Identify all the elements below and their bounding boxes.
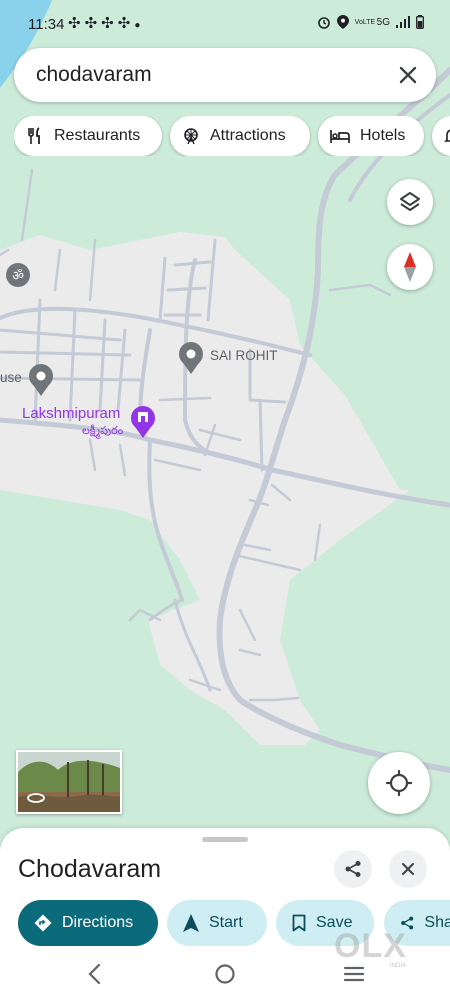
village-label-local[interactable]: లక్ష్మీపురం [82, 424, 123, 440]
my-location-button[interactable] [368, 752, 430, 814]
search-input[interactable]: chodavaram [36, 63, 152, 87]
status-time: 11:34 [28, 16, 65, 33]
volte-label: VoLTE [354, 18, 376, 26]
share-label: Sha [424, 914, 450, 931]
chip-label: Attractions [210, 127, 286, 144]
status-bar: 11:34 ✣✣✣✣● VoLTE 5G [0, 0, 450, 48]
360-icon [27, 793, 45, 803]
close-icon [402, 863, 414, 875]
street-view-thumbnail[interactable] [16, 750, 122, 814]
category-chips: Restaurants Attractions Hotels [14, 116, 450, 156]
alarm-icon [317, 17, 330, 29]
share-button[interactable] [334, 850, 372, 888]
pinwheel-icon: ✣ [101, 15, 118, 32]
location-icon [336, 15, 349, 29]
place-label-sai-rohit[interactable]: SAI ROHIT [210, 348, 278, 363]
chip-hotels[interactable]: Hotels [318, 116, 424, 156]
dot-icon: ● [134, 20, 145, 31]
pinwheel-icon: ✣ [68, 15, 85, 32]
layers-button[interactable] [387, 179, 433, 225]
battery-icon [416, 15, 424, 29]
network-label: 5G [376, 16, 390, 28]
pinwheel-icon: ✣ [84, 15, 102, 32]
system-nav-bar [0, 950, 450, 1000]
compass-button[interactable] [387, 244, 433, 290]
chip-label: Restaurants [54, 127, 141, 144]
notification-icons: ✣✣✣✣● [68, 14, 144, 32]
fork-knife-icon [28, 127, 40, 144]
ferris-wheel-icon [184, 128, 198, 145]
share-icon [345, 861, 361, 877]
back-icon[interactable] [86, 962, 104, 986]
start-label: Start [209, 914, 243, 931]
bed-icon [330, 130, 350, 143]
navigation-arrow-icon [183, 914, 199, 932]
compass-icon [404, 252, 416, 282]
bookmark-icon [292, 914, 306, 932]
sheet-drag-handle[interactable] [202, 837, 248, 842]
chip-label: Hotels [360, 127, 406, 144]
start-button[interactable]: Start [167, 900, 267, 946]
crosshair-icon [385, 769, 413, 797]
close-sheet-button[interactable] [389, 850, 427, 888]
status-right-icons: VoLTE 5G [317, 15, 424, 29]
chip-restaurants[interactable]: Restaurants [14, 116, 162, 156]
menu-icon[interactable] [342, 962, 366, 986]
village-label[interactable]: Lakshmipuram [22, 405, 120, 422]
directions-label: Directions [62, 914, 134, 931]
chip-more[interactable] [432, 116, 450, 156]
svg-text:ॐ: ॐ [12, 269, 24, 284]
home-icon[interactable] [214, 962, 236, 986]
signal-icon [396, 16, 410, 28]
search-bar[interactable]: chodavaram [14, 48, 436, 102]
pinwheel-icon: ✣ [117, 15, 135, 32]
temple-pin: ॐ [6, 263, 30, 287]
chip-attractions[interactable]: Attractions [170, 116, 310, 156]
directions-icon [34, 914, 52, 932]
layers-icon [400, 192, 420, 211]
place-title: Chodavaram [18, 855, 162, 883]
bell-icon [444, 129, 450, 142]
close-icon[interactable] [394, 61, 422, 89]
partial-place-label[interactable]: use [0, 370, 22, 385]
directions-button[interactable]: Directions [18, 900, 158, 946]
